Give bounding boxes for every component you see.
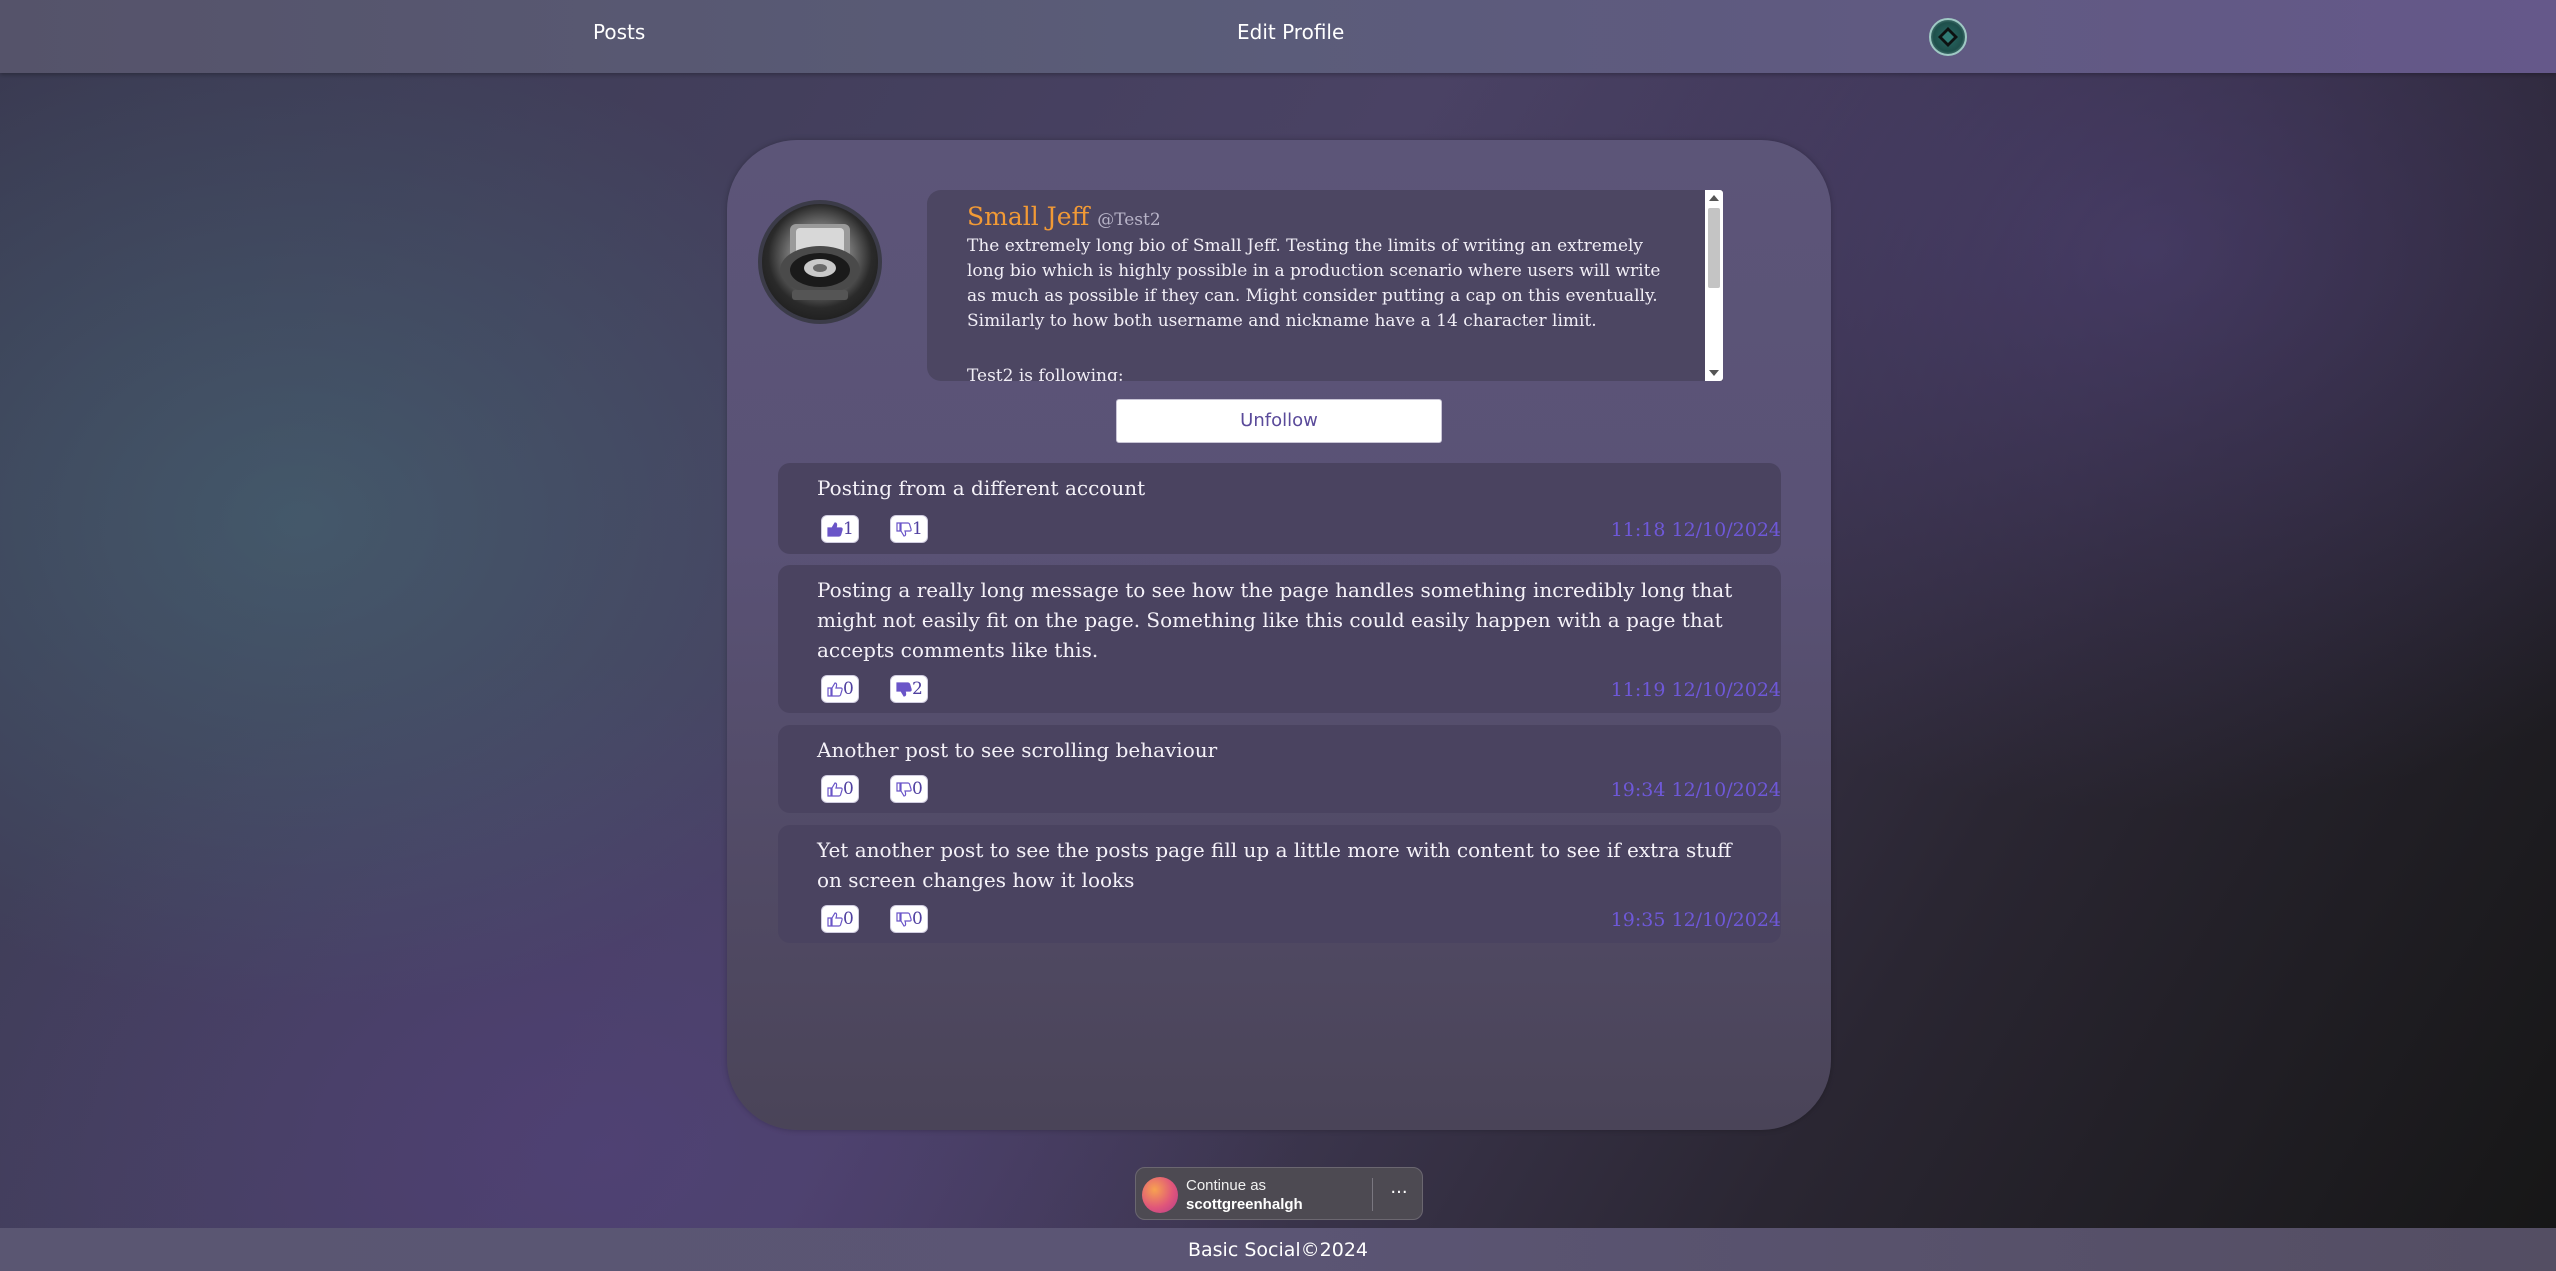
like-button[interactable]: 1: [821, 515, 859, 543]
post-card: Yet another post to see the posts page f…: [778, 825, 1781, 943]
profile-picture: [758, 200, 882, 324]
nickname-text: Small Jeff: [967, 202, 1090, 231]
bio-scrollbar[interactable]: [1705, 190, 1723, 381]
dislike-count: 1: [912, 519, 923, 539]
like-button[interactable]: 0: [821, 675, 859, 703]
dislike-count: 0: [912, 909, 923, 929]
footer-text: Basic Social©2024: [1187, 1239, 1369, 1261]
like-count: 0: [843, 909, 854, 929]
continue-as-label: Continue as: [1186, 1177, 1267, 1194]
post-timestamp: 19:35 12/10/2024: [1610, 909, 1781, 931]
dislike-button[interactable]: 0: [890, 905, 928, 933]
continue-as-prompt[interactable]: Continue as scottgreenhalgh ···: [1135, 1167, 1423, 1220]
dislike-button[interactable]: 2: [890, 675, 928, 703]
dislike-count: 0: [912, 779, 923, 799]
top-navbar: Posts Edit Profile: [0, 0, 2556, 73]
nav-edit-profile-link[interactable]: Edit Profile: [1237, 20, 1344, 44]
like-button[interactable]: 0: [821, 775, 859, 803]
post-timestamp: 19:34 12/10/2024: [1610, 779, 1781, 801]
account-name: scottgreenhalgh: [1186, 1196, 1303, 1213]
unfollow-button[interactable]: Unfollow: [1116, 399, 1442, 443]
post-text: Another post to see scrolling behaviour: [817, 738, 1218, 762]
like-count: 1: [843, 519, 854, 539]
dislike-button[interactable]: 1: [890, 515, 928, 543]
profile-bio: The extremely long bio of Small Jeff. Te…: [967, 236, 1661, 331]
scrollbar-thumb[interactable]: [1708, 208, 1720, 288]
divider: [1372, 1178, 1373, 1211]
footer: Basic Social©2024: [0, 1228, 2556, 1271]
user-avatar-icon[interactable]: [1929, 18, 1967, 56]
dislike-count: 2: [912, 679, 923, 699]
bio-panel[interactable]: Small Jeff @Test2 The extremely long bio…: [927, 190, 1723, 381]
post-text: Posting a really long message to see how…: [817, 578, 1733, 662]
post-text: Posting from a different account: [817, 476, 1146, 500]
like-count: 0: [843, 679, 854, 699]
like-count: 0: [843, 779, 854, 799]
scroll-up-arrow-icon[interactable]: [1709, 195, 1719, 201]
scroll-down-arrow-icon[interactable]: [1709, 370, 1719, 376]
account-avatar: [1142, 1177, 1178, 1213]
following-label: Test2 is following:: [967, 366, 1124, 381]
speaker-icon: [780, 224, 860, 300]
more-options-button[interactable]: ···: [1382, 1180, 1416, 1208]
post-text: Yet another post to see the posts page f…: [817, 838, 1732, 892]
nav-posts-link[interactable]: Posts: [593, 20, 645, 44]
like-button[interactable]: 0: [821, 905, 859, 933]
post-card: Posting from a different account 1 1 11:18 …: [778, 463, 1781, 554]
post-timestamp: 11:18 12/10/2024: [1610, 519, 1781, 541]
dislike-button[interactable]: 0: [890, 775, 928, 803]
post-card: Another post to see scrolling behaviour 0…: [778, 725, 1781, 813]
profile-handle: @Test2: [1097, 210, 1161, 230]
post-card: Posting a really long message to see how…: [778, 565, 1781, 713]
profile-nickname: Small Jeff @Test2: [967, 202, 1161, 231]
post-timestamp: 11:19 12/10/2024: [1610, 679, 1781, 701]
